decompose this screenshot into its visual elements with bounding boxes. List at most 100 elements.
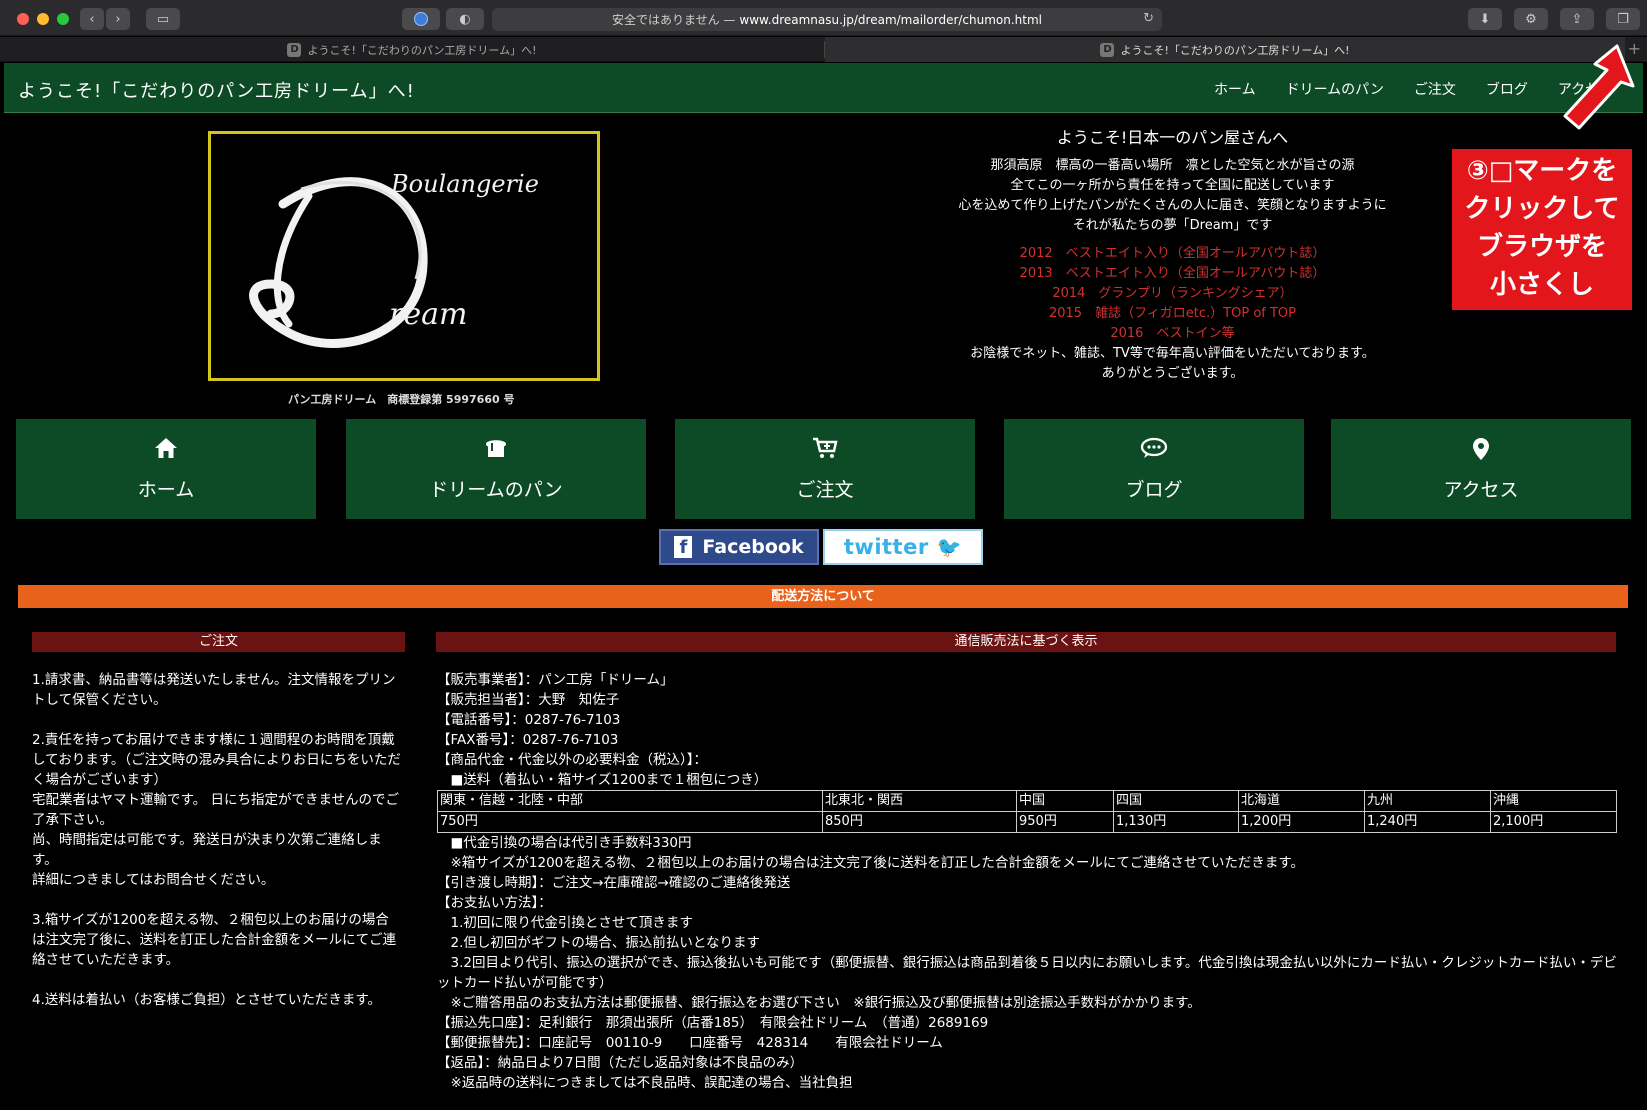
tab-title: ようこそ!「こだわりのパン工房ドリーム」へ!	[307, 43, 537, 57]
site-title[interactable]: ようこそ!「こだわりのパン工房ドリーム」へ!	[18, 77, 415, 103]
privacy-button[interactable]: ◐	[446, 8, 484, 30]
order-note: 2.責任を持ってお届けできます様に１週間程のお時間を頂戴しております。（ご注文時…	[32, 732, 401, 888]
order-heading: ご注文	[32, 632, 405, 652]
law-disclosure: 【販売事業者】：パン工房「ドリーム」 【販売担当者】：大野 知佐子 【電話番号】…	[437, 670, 1617, 1093]
closing-line: お陰様でネット、雑誌、TV等で毎年高い評価をいただいております。	[970, 346, 1375, 361]
order-note: 3.箱サイズが1200を超える物、２梱包以上のお届けの場合は注文完了後に、送料を…	[32, 912, 397, 968]
url-text: www.dreamnasu.jp/dream/mailorder/chumon.…	[739, 12, 1043, 27]
downloads-button[interactable]: ⬇	[1468, 8, 1502, 30]
share-button[interactable]: ⇪	[1560, 8, 1594, 30]
region-cell: 沖縄	[1490, 790, 1617, 812]
tab-1[interactable]: D ようこそ!「こだわりのパン工房ドリーム」へ!	[0, 37, 824, 62]
award-line: 2012 ベストエイト入り（全国オールアバウト誌）	[1019, 246, 1326, 261]
tile-label: ドリームのパン	[429, 478, 563, 501]
tile-label: ご注文	[796, 478, 854, 501]
region-cell: 北海道	[1238, 790, 1365, 812]
logo: Boulangerie ream	[208, 131, 600, 381]
topnav-home[interactable]: ホーム	[1214, 79, 1256, 99]
award-line: 2016 ベストイン等	[1110, 326, 1235, 341]
tab-title: ようこそ!「こだわりのパン工房ドリーム」へ!	[1120, 43, 1350, 57]
globe-icon	[414, 12, 428, 26]
table-row: 750円 850円 950円 1,130円 1,200円 1,240円 2,10…	[437, 811, 1617, 833]
extension-button[interactable]	[402, 8, 440, 30]
close-window-button[interactable]	[17, 13, 29, 25]
favicon-icon: D	[1100, 42, 1115, 57]
law-heading: 通信販売法に基づく表示	[436, 632, 1616, 652]
trademark-caption: パン工房ドリーム 商標登録第 5997660 号	[288, 393, 515, 406]
price-cell: 2,100円	[1490, 811, 1617, 833]
law-line: 【電話番号】：0287-76-7103	[437, 712, 621, 728]
tab-overview-button[interactable]: ❐	[1606, 8, 1640, 30]
forward-button[interactable]: ›	[106, 8, 130, 30]
map-pin-icon	[1472, 437, 1490, 463]
order-note: 1.請求書、納品書等は発送いたしません。注文情報をプリントして保管ください。	[32, 672, 396, 708]
twitter-bird-icon: 🐦	[936, 535, 963, 559]
back-button[interactable]: ‹	[80, 8, 104, 30]
law-line: 【返品】：納品日より7日間（ただし返品対象は不良品のみ）	[437, 1055, 804, 1071]
shipping-fee-table: 関東・信越・北陸・中部 北東北・関西 中国 四国 北海道 九州 沖縄 750円 …	[437, 790, 1617, 833]
facebook-icon: f	[674, 536, 693, 558]
tile-blog[interactable]: ブログ	[1004, 419, 1304, 519]
tile-bread[interactable]: ドリームのパン	[346, 419, 646, 519]
law-line: 【郵便振替先】：口座記号 00110-9 口座番号 428314 有限会社ドリー…	[437, 1035, 943, 1051]
price-cell: 1,200円	[1238, 811, 1365, 833]
region-cell: 四国	[1113, 790, 1239, 812]
award-line: 2014 グランプリ（ランキングシェア）	[1052, 286, 1293, 301]
twitter-button[interactable]: twitter 🐦	[823, 529, 983, 565]
award-line: 2013 ベストエイト入り（全国オールアバウト誌）	[1019, 266, 1326, 281]
welcome-heading: ようこそ!日本一のパン屋さんへ	[1056, 128, 1289, 147]
chat-icon	[1140, 437, 1168, 463]
annotation-arrow-icon	[1563, 44, 1635, 130]
settings-button[interactable]: ⚙	[1514, 8, 1548, 30]
facebook-button[interactable]: f Facebook	[659, 529, 819, 565]
site-header: ようこそ!「こだわりのパン工房ドリーム」へ! ホーム ドリームのパン ご注文 ブ…	[4, 63, 1643, 113]
tile-label: ホーム	[137, 478, 195, 501]
topnav-bread[interactable]: ドリームのパン	[1286, 79, 1384, 99]
tile-label: アクセス	[1443, 478, 1519, 501]
browser-titlebar: ‹ › ▭ ◐ 安全ではありません — www.dreamnasu.jp/dre…	[0, 0, 1647, 36]
facebook-label: Facebook	[702, 536, 804, 558]
tab-2[interactable]: D ようこそ!「こだわりのパン工房ドリーム」へ!	[825, 37, 1625, 62]
law-line: 1.初回に限り代金引換とさせて頂きます	[437, 915, 693, 931]
law-line: ※箱サイズが1200を超える物、２梱包以上のお届けの場合は注文完了後に送料を訂正…	[437, 855, 1305, 871]
url-security-warning: 安全ではありません —	[611, 13, 736, 27]
law-line: 【販売担当者】：大野 知佐子	[437, 692, 620, 708]
sidebar-button[interactable]: ▭	[146, 8, 180, 30]
shield-icon: ◐	[459, 11, 471, 27]
tile-label: ブログ	[1125, 478, 1183, 501]
law-line: 3.2回目より代引、振込の選択ができ、振込後払いも可能です（郵便振替、銀行振込は…	[437, 955, 1617, 991]
law-line: ※ご贈答用品のお支払方法は郵便振替、銀行振込をお選び下さい ※銀行振込及び郵便振…	[437, 995, 1201, 1011]
law-line: 【振込先口座】：足利銀行 那須出張所（店番185） 有限会社ドリーム （普通）2…	[437, 1015, 989, 1031]
tab-overview-icon: ❐	[1617, 11, 1629, 27]
tile-order[interactable]: ご注文	[675, 419, 975, 519]
address-bar[interactable]: 安全ではありません — www.dreamnasu.jp/dream/mailo…	[492, 8, 1162, 31]
twitter-label: twitter	[843, 535, 929, 559]
main-nav-tiles: ホーム ドリームのパン ご注文 ブログ アクセス	[16, 419, 1631, 519]
welcome-line: それが私たちの夢「Dream」です	[1072, 218, 1273, 233]
reload-icon[interactable]: ↻	[1143, 11, 1154, 26]
shipping-info-bar[interactable]: 配送方法について	[18, 585, 1628, 608]
callout-line: ブラウザを	[1476, 232, 1607, 262]
topnav-order[interactable]: ご注文	[1414, 79, 1456, 99]
share-icon: ⇪	[1571, 11, 1583, 27]
law-line: 【引き渡し時期】：ご注文→在庫確認→確認のご連絡後発送	[437, 875, 791, 891]
region-cell: 関東・信越・北陸・中部	[437, 790, 823, 812]
minimize-window-button[interactable]	[37, 13, 49, 25]
law-line: 【販売事業者】：パン工房「ドリーム」	[437, 672, 674, 688]
topnav-blog[interactable]: ブログ	[1486, 79, 1528, 99]
dream-logo-art: Boulangerie ream	[249, 170, 539, 348]
closing-line: ありがとうございます。	[1101, 366, 1244, 381]
law-line: ■代金引換の場合は代引き手数料330円	[437, 835, 692, 851]
welcome-line: 心を込めて作り上げたパンがたくさんの人に届き、笑顔となりますように	[958, 198, 1387, 213]
zoom-window-button[interactable]	[57, 13, 69, 25]
tile-access[interactable]: アクセス	[1331, 419, 1631, 519]
logo-text-ream: ream	[389, 297, 467, 332]
instruction-callout: ③□マークを クリックして ブラウザを 小さくし	[1452, 149, 1632, 310]
region-cell: 九州	[1364, 790, 1491, 812]
bread-icon	[483, 437, 509, 463]
law-line: 【商品代金・代金以外の必要料金（税込）】：	[437, 752, 707, 768]
sidebar-icon: ▭	[156, 11, 170, 27]
region-cell: 北東北・関西	[822, 790, 1017, 812]
favicon-icon: D	[287, 42, 302, 57]
tile-home[interactable]: ホーム	[16, 419, 316, 519]
